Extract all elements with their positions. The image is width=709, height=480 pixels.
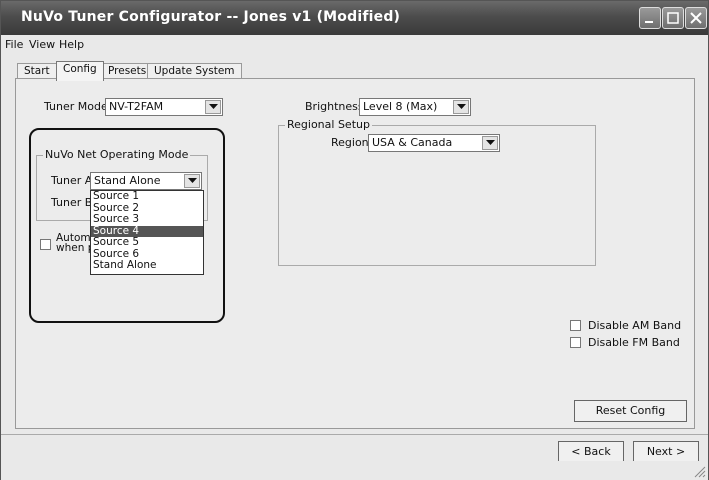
region-label: Region: (331, 136, 373, 149)
region-value: USA & Canada (372, 136, 453, 149)
minimize-button[interactable] (639, 7, 661, 29)
auto-checkbox[interactable] (40, 239, 51, 250)
reset-config-button[interactable]: Reset Config (574, 400, 687, 422)
tuner-mode-value: NV-T2FAM (109, 100, 164, 113)
menu-help[interactable]: Help (59, 38, 84, 51)
chevron-down-icon[interactable] (453, 100, 469, 114)
app-window: NuVo Tuner Configurator -- Jones v1 (Mod… (0, 0, 709, 480)
brightness-value: Level 8 (Max) (363, 100, 438, 113)
menu-bar: File View Help (1, 37, 708, 53)
dropdown-options: Source 1 Source 2 Source 3 Source 4 Source 5… (91, 190, 203, 272)
title-bar[interactable]: NuVo Tuner Configurator -- Jones v1 (Mod… (1, 1, 708, 35)
config-panel: Tuner Mode: NV-T2FAM Brightness: Level 8… (15, 78, 695, 429)
menu-view[interactable]: View (29, 38, 55, 51)
disable-am-label: Disable AM Band (588, 319, 682, 332)
back-button[interactable]: < Back (558, 441, 624, 463)
regional-setup-legend: Regional Setup (285, 118, 372, 131)
maximize-icon (667, 12, 679, 24)
close-icon (690, 12, 702, 24)
disable-fm-label: Disable FM Band (588, 336, 680, 349)
tuner-mode-select[interactable]: NV-T2FAM (105, 98, 223, 116)
close-button[interactable] (685, 7, 707, 29)
maximize-button[interactable] (662, 7, 684, 29)
chevron-down-icon[interactable] (482, 136, 498, 150)
tuner-a-value: Stand Alone (94, 174, 161, 187)
resize-grip-icon (694, 466, 706, 478)
net-mode-legend: NuVo Net Operating Mode (43, 148, 191, 161)
dropdown-option[interactable]: Source 1 (91, 190, 203, 203)
dropdown-option[interactable]: Source 5 (91, 236, 203, 249)
brightness-select[interactable]: Level 8 (Max) (359, 98, 471, 116)
menu-file[interactable]: File (5, 38, 23, 51)
dropdown-option[interactable]: Source 3 (91, 213, 203, 226)
tuner-a-select[interactable]: Stand Alone (90, 172, 202, 190)
chevron-down-icon[interactable] (205, 100, 221, 114)
regional-setup-group: Regional Setup Region: USA & Canada (278, 118, 596, 266)
status-bar (1, 461, 708, 480)
chevron-down-icon[interactable] (184, 174, 200, 188)
dropdown-option[interactable]: Stand Alone (91, 259, 203, 272)
tuner-a-dropdown-list[interactable]: Source 1 Source 2 Source 3 Source 4 Source 5… (90, 190, 204, 275)
brightness-label: Brightness: (305, 100, 368, 113)
minimize-icon (645, 21, 653, 23)
footer-divider (1, 434, 708, 435)
tuner-mode-label: Tuner Mode: (44, 100, 112, 113)
next-button[interactable]: Next > (633, 441, 699, 463)
disable-fm-checkbox[interactable] (570, 337, 581, 348)
auto-label-line2: when p (56, 242, 95, 254)
tab-config[interactable]: Config (56, 61, 104, 81)
disable-am-checkbox[interactable] (570, 320, 581, 331)
window-title: NuVo Tuner Configurator -- Jones v1 (Mod… (21, 9, 401, 25)
region-select[interactable]: USA & Canada (368, 134, 500, 152)
